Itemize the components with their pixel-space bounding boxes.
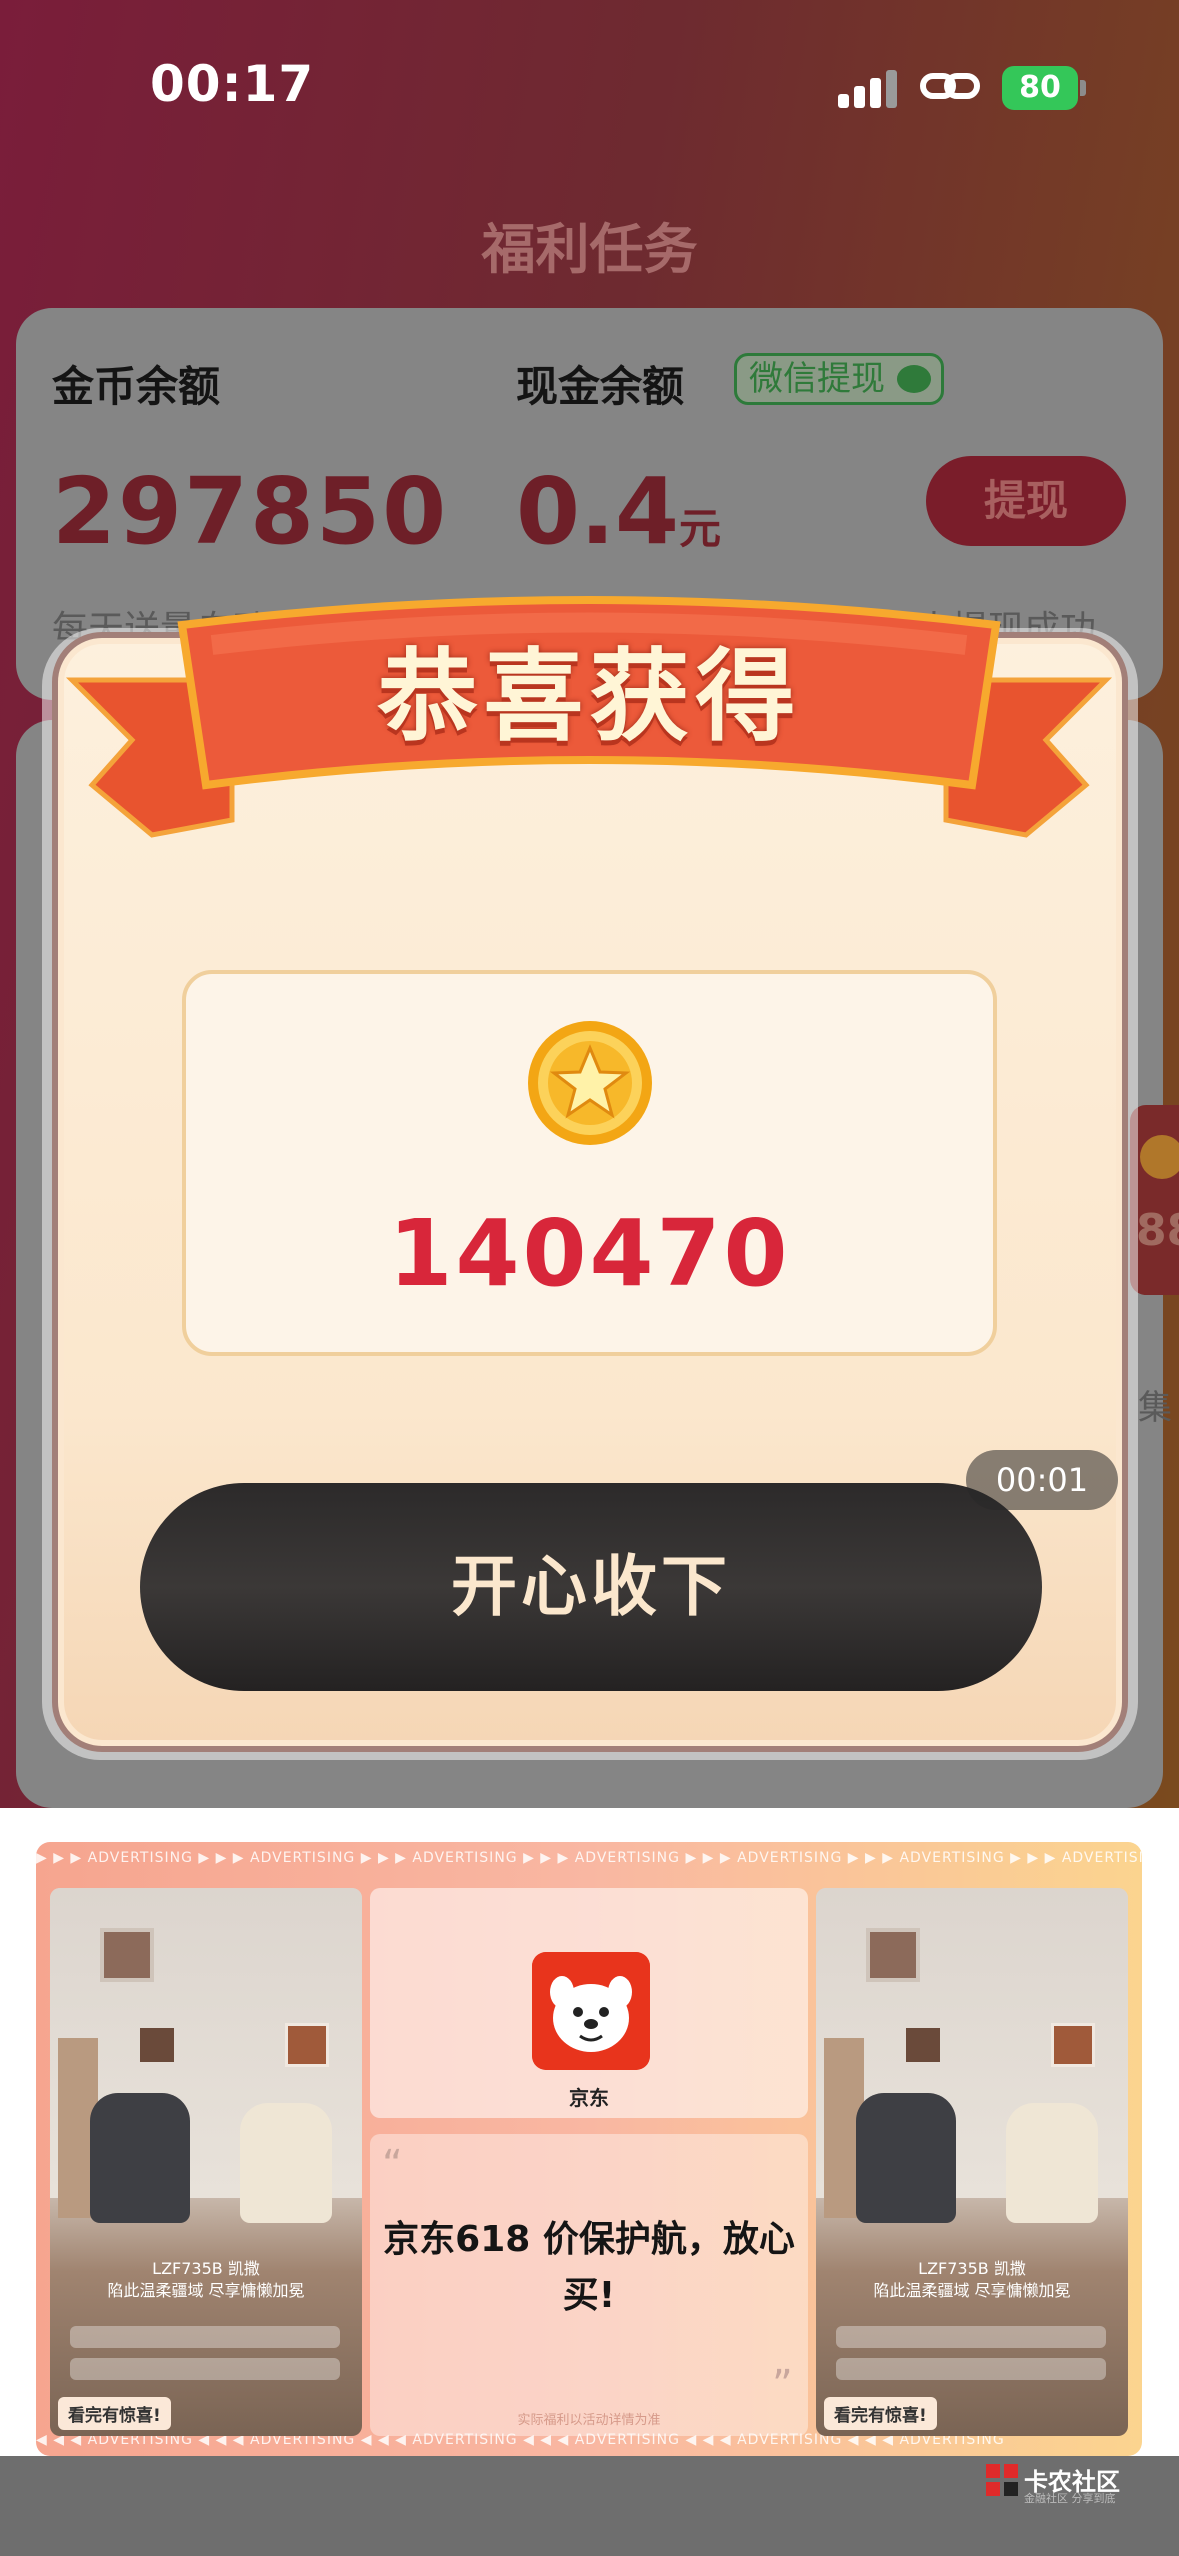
quote-open-icon: “: [382, 2142, 403, 2188]
page-title: 福利任务: [481, 218, 698, 281]
cash-balance-value: 0.4元: [516, 458, 721, 565]
cellular-signal-icon: [838, 68, 898, 108]
personal-hotspot-icon: [920, 73, 980, 99]
jd-logo-icon: [532, 1952, 650, 2070]
side-coin-icon: [1140, 1135, 1179, 1179]
side-peek-value: 88: [1136, 1205, 1179, 1256]
quote-close-icon: ”: [772, 2362, 793, 2408]
gold-balance-label: 金币余额: [52, 362, 221, 411]
kanong-logo-icon: [986, 2464, 1018, 2496]
gold-balance-value: 297850: [52, 458, 449, 565]
watermark-subtitle: 金融社区 分享到底: [1024, 2492, 1116, 2505]
ad-timer: 00:01: [966, 1450, 1118, 1510]
ad-strip-top: ▶ ▶ ▶ ADVERTISING ▶ ▶ ▶ ADVERTISING ▶ ▶ …: [36, 1850, 1142, 1866]
ad-photo-tag: 看完有惊喜!: [824, 2397, 937, 2430]
accept-reward-button[interactable]: 开心收下: [140, 1483, 1042, 1691]
ad-banner[interactable]: ▶ ▶ ▶ ADVERTISING ▶ ▶ ▶ ADVERTISING ▶ ▶ …: [36, 1842, 1142, 2456]
prize-amount: 140470: [388, 1200, 791, 1307]
popup-title: 恭喜获得: [377, 638, 802, 755]
armchair-dark: [90, 2093, 190, 2223]
ad-photo-tag: 看完有惊喜!: [58, 2397, 171, 2430]
ad-banner-container: ▶ ▶ ▶ ADVERTISING ▶ ▶ ▶ ADVERTISING ▶ ▶ …: [0, 1808, 1179, 2456]
withdraw-button[interactable]: 提现: [926, 456, 1126, 546]
cash-amount: 0.4: [516, 458, 679, 565]
wechat-check-icon: [897, 365, 931, 393]
status-bar: 00:17 80: [0, 0, 1179, 170]
side-peek-text: 集: [1138, 1388, 1172, 1428]
armchair-light: [240, 2103, 332, 2223]
ad-photo-caption: LZF735B 凯撒 陷此温柔疆域 尽享慵懒加冕: [873, 2259, 1071, 2300]
ad-product-photo-left: LZF735B 凯撒 陷此温柔疆域 尽享慵懒加冕 看完有惊喜!: [50, 1888, 362, 2436]
battery-level: 80: [1002, 66, 1078, 110]
ad-headline: 京东618 价保护航，放心买!: [383, 2219, 795, 2316]
armchair-light: [1006, 2103, 1098, 2223]
cash-unit: 元: [678, 504, 721, 553]
wechat-withdraw-label: 微信提现: [749, 359, 885, 399]
status-time: 00:17: [150, 55, 315, 113]
battery-icon: 80: [1002, 66, 1086, 110]
cash-balance-label: 现金余额: [516, 362, 685, 411]
ad-fine-print: 实际福利以活动详情为准: [517, 2413, 661, 2428]
wechat-withdraw-badge[interactable]: 微信提现: [734, 353, 944, 405]
ad-product-photo-right: LZF735B 凯撒 陷此温柔疆域 尽享慵懒加冕 看完有惊喜!: [816, 1888, 1128, 2436]
ad-photo-caption: LZF735B 凯撒 陷此温柔疆域 尽享慵懒加冕: [107, 2259, 305, 2300]
ad-brand-name: 京东: [569, 2086, 609, 2110]
armchair-dark: [856, 2093, 956, 2223]
gold-coin-icon: [528, 1021, 652, 1145]
